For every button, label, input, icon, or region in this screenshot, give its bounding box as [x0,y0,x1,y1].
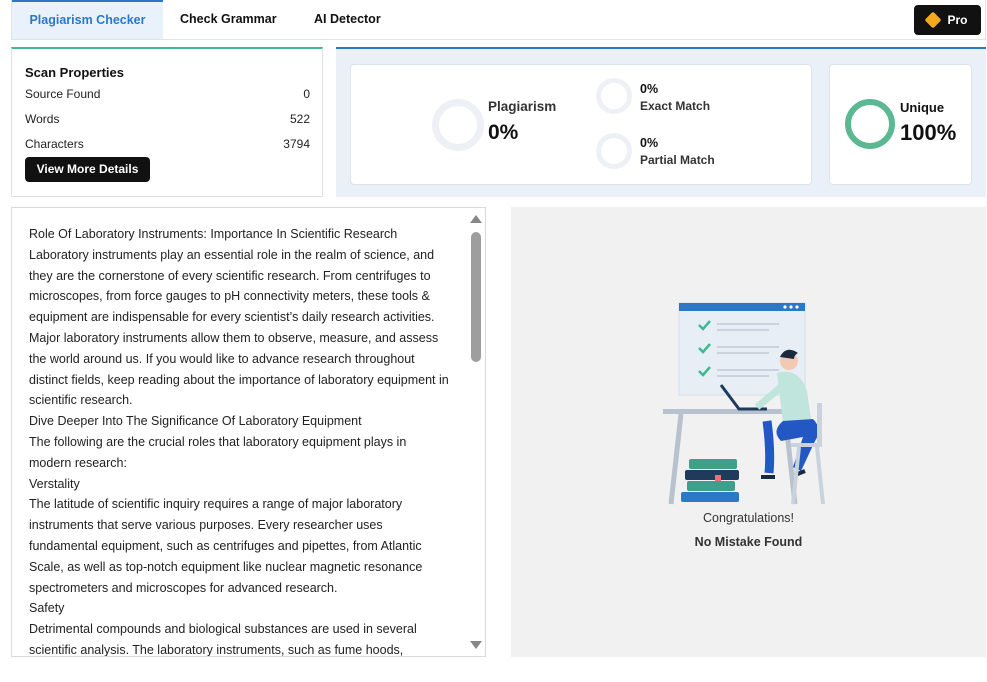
characters-label: Characters [25,137,84,151]
pro-button-label: Pro [947,13,968,27]
text-paragraph: The following are the crucial roles that… [29,434,407,470]
text-paragraph: Detrimental compounds and biological sub… [29,622,417,657]
characters-row: Characters 3794 [25,137,310,151]
results-panel: Plagiarism 0% 0% Exact Match 0% Partial … [336,47,986,197]
unique-label: Unique [900,100,945,115]
no-mistake-text: No Mistake Found [694,535,803,549]
researcher-illustration [663,302,825,505]
words-value: 522 [289,112,310,126]
plagiarism-ring [432,99,484,151]
tab-check-grammar[interactable]: Check Grammar [180,0,277,39]
plagiarism-card: Plagiarism 0% 0% Exact Match 0% Partial … [350,64,812,185]
person-shirt [777,371,811,423]
unique-ring [845,99,895,149]
exact-match-value: 0% [640,82,659,96]
diamond-icon [924,11,942,29]
scan-properties-panel: Scan Properties Source Found 0 Words 522… [11,47,323,197]
scroll-down-icon[interactable] [470,641,482,649]
top-tab-bar: Plagiarism Checker Check Grammar AI Dete… [11,0,986,40]
words-label: Words [25,112,60,126]
partial-match-value: 0% [640,136,659,150]
book-stack [689,459,737,469]
exact-match-label: Exact Match [640,99,711,113]
unique-value: 100% [900,120,957,145]
pro-button[interactable]: Pro [914,5,981,35]
result-status-panel: Congratulations! No Mistake Found [511,207,986,657]
tab-ai-detector[interactable]: AI Detector [314,0,381,39]
partial-match-label: Partial Match [640,153,715,167]
text-input-panel[interactable]: Role Of Laboratory Instruments: Importan… [11,207,486,657]
scan-properties-title: Scan Properties [25,65,124,80]
text-paragraph: Dive Deeper Into The Significance Of Lab… [29,414,362,429]
scrollbar[interactable] [467,208,485,656]
plagiarism-value: 0% [488,121,519,144]
source-found-label: Source Found [25,87,101,101]
view-more-details-button[interactable]: View More Details [25,157,150,182]
congratulations-text: Congratulations! [702,511,795,525]
unique-card: Unique 100% [829,64,972,185]
text-content[interactable]: Role Of Laboratory Instruments: Importan… [29,224,449,657]
words-row: Words 522 [25,112,310,126]
exact-match-ring [596,78,632,114]
text-paragraph: Verstality [29,476,80,491]
plagiarism-label: Plagiarism [488,99,557,114]
text-paragraph: Safety [29,601,65,616]
source-found-value: 0 [303,87,310,101]
partial-match-ring [596,133,632,169]
tab-plagiarism-checker[interactable]: Plagiarism Checker [12,0,163,39]
scroll-up-icon[interactable] [470,215,482,223]
characters-value: 3794 [283,137,310,151]
text-paragraph: Role Of Laboratory Instruments: Importan… [29,227,398,241]
source-found-row: Source Found 0 [25,87,310,101]
scrollbar-thumb[interactable] [471,232,481,362]
text-paragraph: Laboratory instruments play an essential… [29,247,449,408]
text-paragraph: The latitude of scientific inquiry requi… [29,497,423,595]
